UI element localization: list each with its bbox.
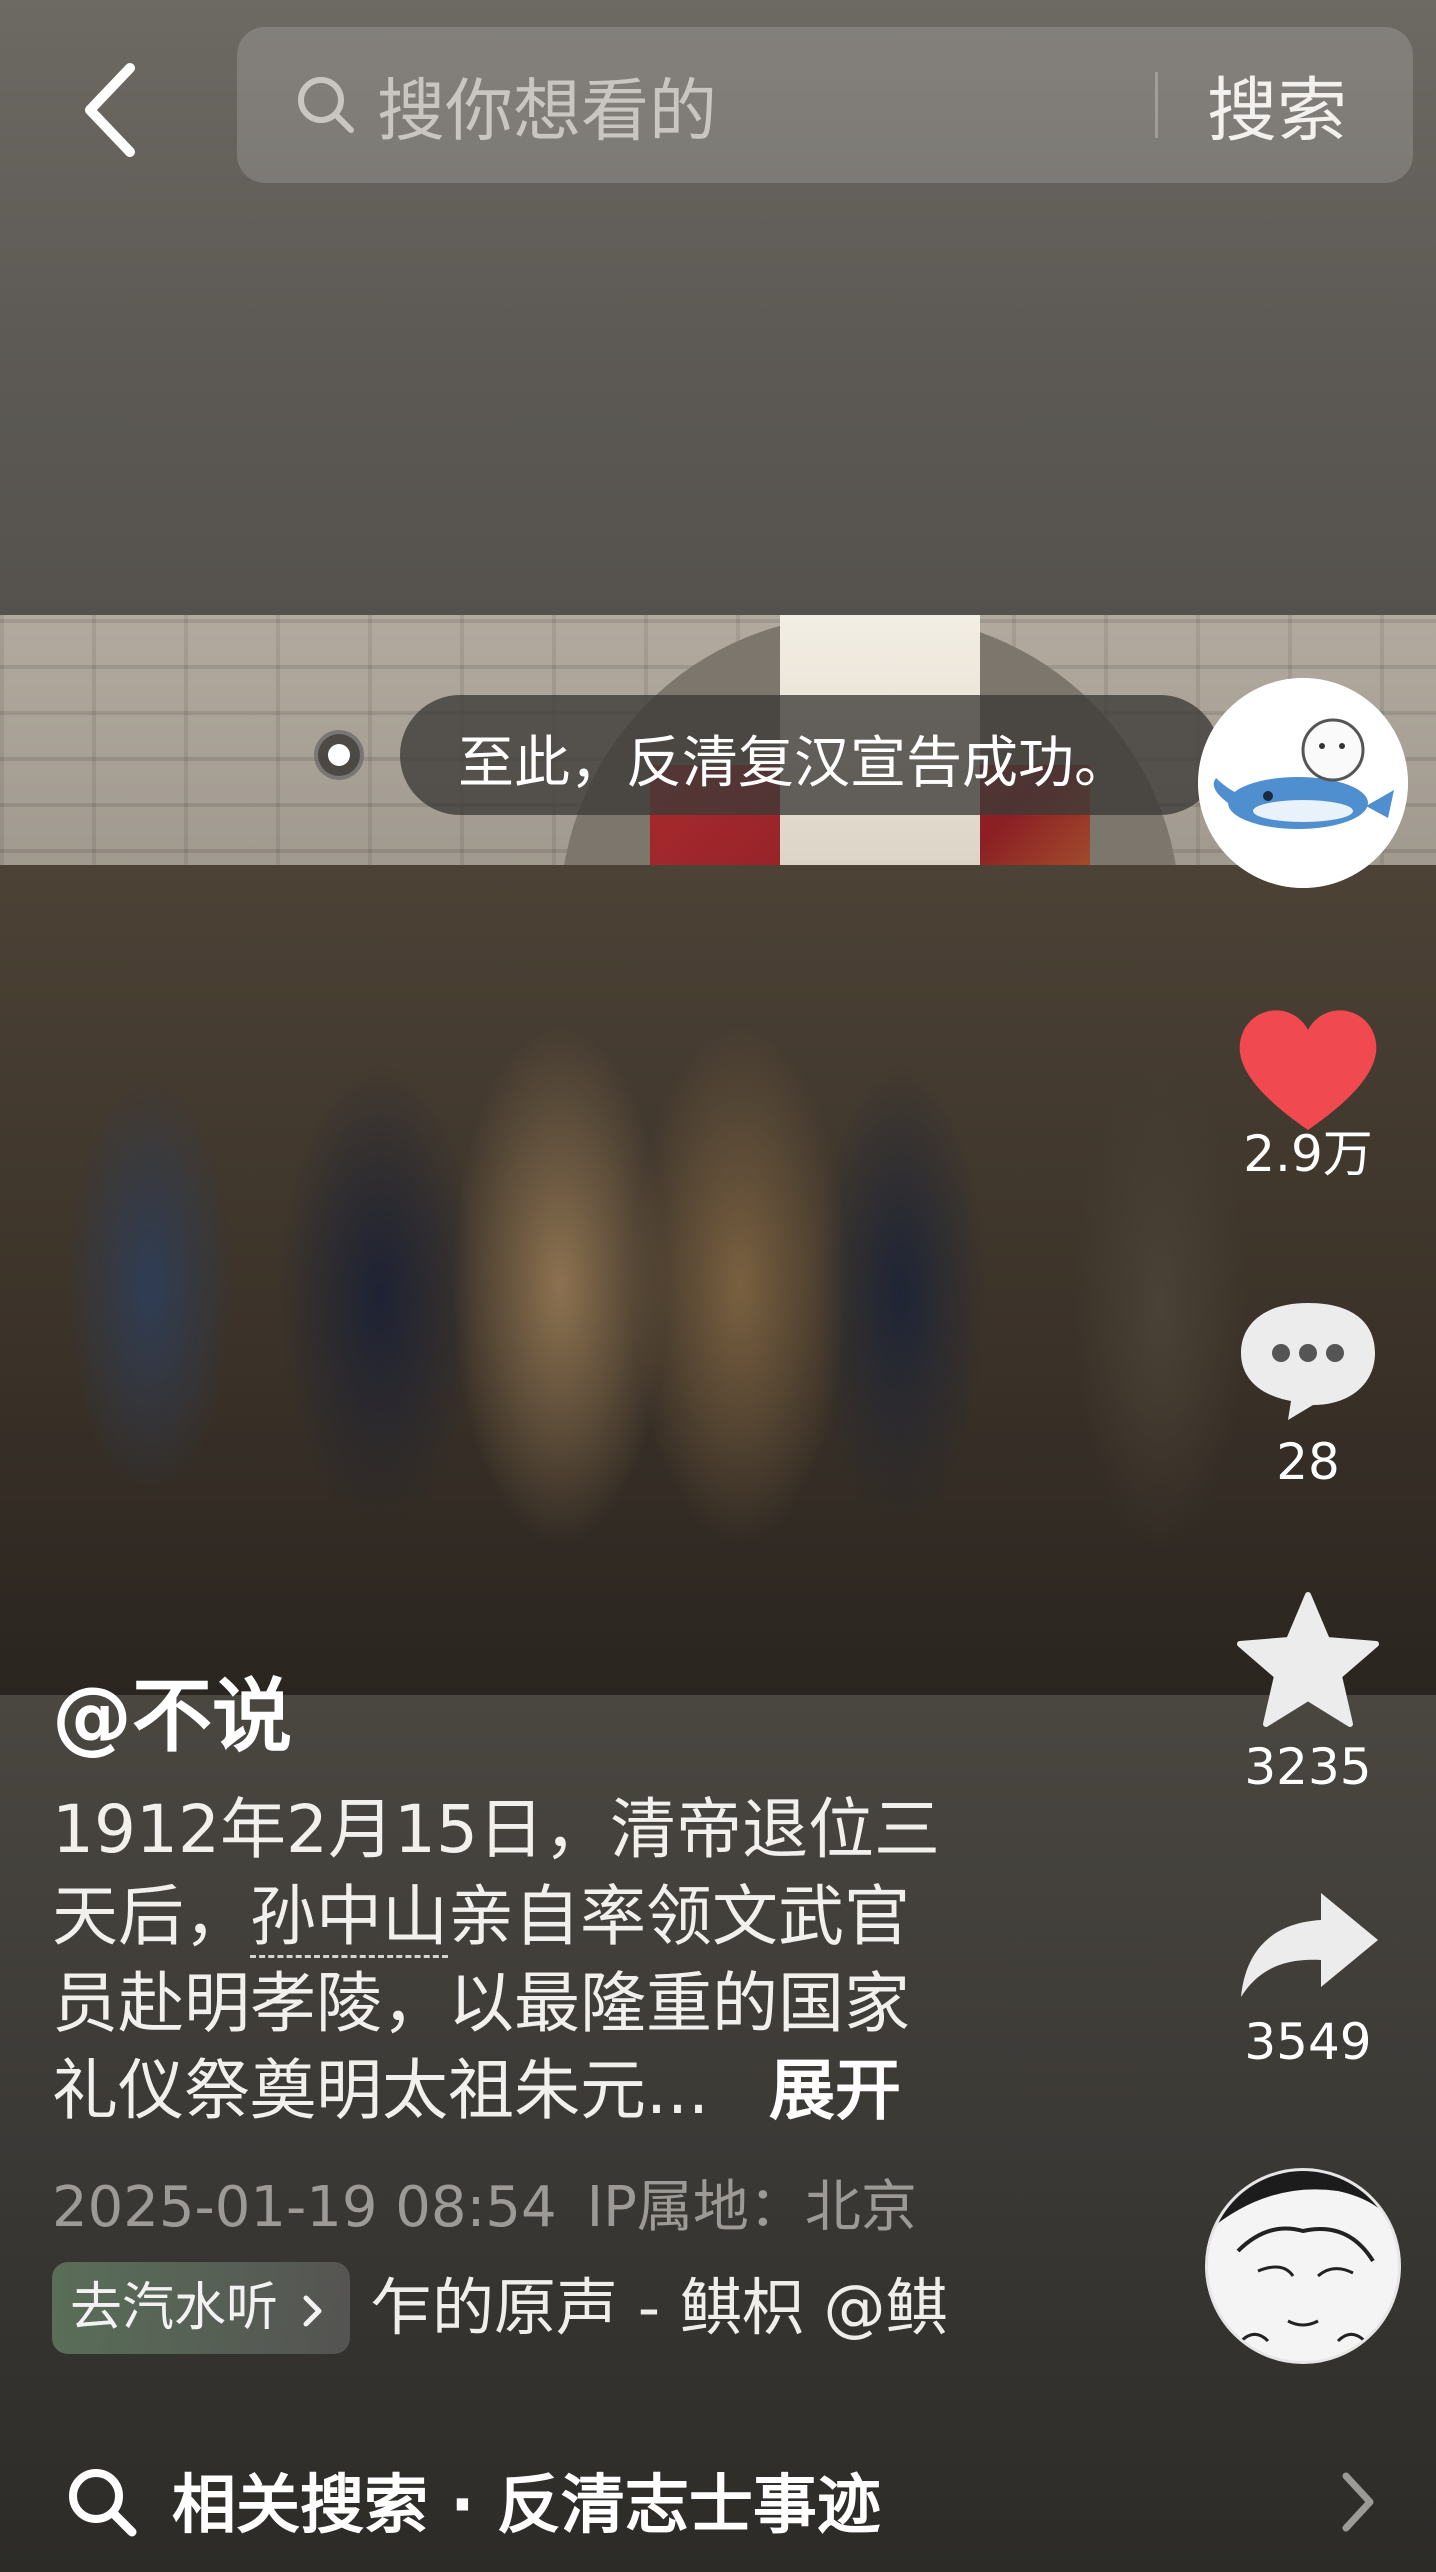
desc-line-4: 礼仪祭奠明太祖朱元... 展开 <box>52 2047 1052 2134</box>
comment-button[interactable]: 28 <box>1208 1295 1408 1491</box>
search-input[interactable]: 搜你想看的 <box>377 56 717 155</box>
share-icon <box>1241 1893 1378 1997</box>
back-arrow-icon <box>85 63 135 157</box>
back-button[interactable] <box>60 50 160 170</box>
music-row[interactable]: 去汽水听 乍的原声 - 鲯枳 @鲯 <box>52 2262 1042 2354</box>
share-count: 3549 <box>1244 2013 1372 2071</box>
post-description[interactable]: 1912年2月15日，清帝退位三 天后，孙中山亲自率领文武官 员赴明孝陵，以最隆… <box>52 1786 1052 2134</box>
search-icon <box>69 2469 137 2537</box>
search-divider <box>1155 72 1158 138</box>
post-timestamp: 2025-01-19 08:54 <box>52 2175 557 2240</box>
expand-button[interactable]: 展开 <box>769 2052 901 2129</box>
keyword-link[interactable]: 孙中山 <box>250 1878 448 1958</box>
search-bar[interactable]: 搜你想看的 搜索 <box>237 27 1413 183</box>
chevron-right-icon <box>1342 2472 1374 2532</box>
music-title[interactable]: 乍的原声 - 鲯枳 @鲯 <box>370 2262 948 2354</box>
post-meta: 2025-01-19 08:54 IP属地：北京 <box>52 2162 917 2243</box>
photo-crowd <box>0 865 1436 1695</box>
anime-avatar-icon <box>1208 2171 1398 2361</box>
music-tag-label: 去汽水听 <box>70 2278 279 2338</box>
desc-line-2: 天后，孙中山亲自率领文武官 <box>52 1873 1052 1960</box>
favorite-count: 3235 <box>1244 1738 1372 1796</box>
search-icon <box>298 77 354 133</box>
like-button[interactable]: 2.9万 <box>1208 1000 1408 1186</box>
author-avatar[interactable] <box>1198 678 1408 888</box>
dolphin-avatar-icon <box>1198 678 1408 888</box>
caption-dot <box>314 730 364 780</box>
star-icon <box>1237 1592 1379 1727</box>
ip-location: IP属地：北京 <box>586 2175 917 2240</box>
music-tag-button[interactable]: 去汽水听 <box>52 2262 350 2354</box>
chevron-right-icon <box>303 2295 322 2327</box>
author-name[interactable]: @不说 <box>52 1652 292 1768</box>
comment-count: 28 <box>1276 1433 1340 1491</box>
search-button[interactable]: 搜索 <box>1207 55 1347 156</box>
desc-line-4-text: 礼仪祭奠明太祖朱元... <box>52 2052 709 2129</box>
desc-line-1: 1912年2月15日，清帝退位三 <box>52 1791 940 1868</box>
favorite-button[interactable]: 3235 <box>1208 1590 1408 1796</box>
desc-line-2-pre: 天后， <box>52 1878 250 1955</box>
related-search-text: 相关搜索 · 反清志士事迹 <box>172 2469 881 2543</box>
related-search-bar[interactable]: 相关搜索 · 反清志士事迹 <box>0 2432 1436 2572</box>
desc-line-2-post: 亲自率领文武官 <box>448 1878 910 1955</box>
desc-line-3: 员赴明孝陵，以最隆重的国家 <box>52 1965 910 2042</box>
video-caption: 至此，反清复汉宣告成功。 <box>458 731 1130 796</box>
music-avatar[interactable] <box>1205 2168 1401 2364</box>
share-button[interactable]: 3549 <box>1208 1885 1408 2071</box>
comment-icon <box>1241 1303 1375 1420</box>
